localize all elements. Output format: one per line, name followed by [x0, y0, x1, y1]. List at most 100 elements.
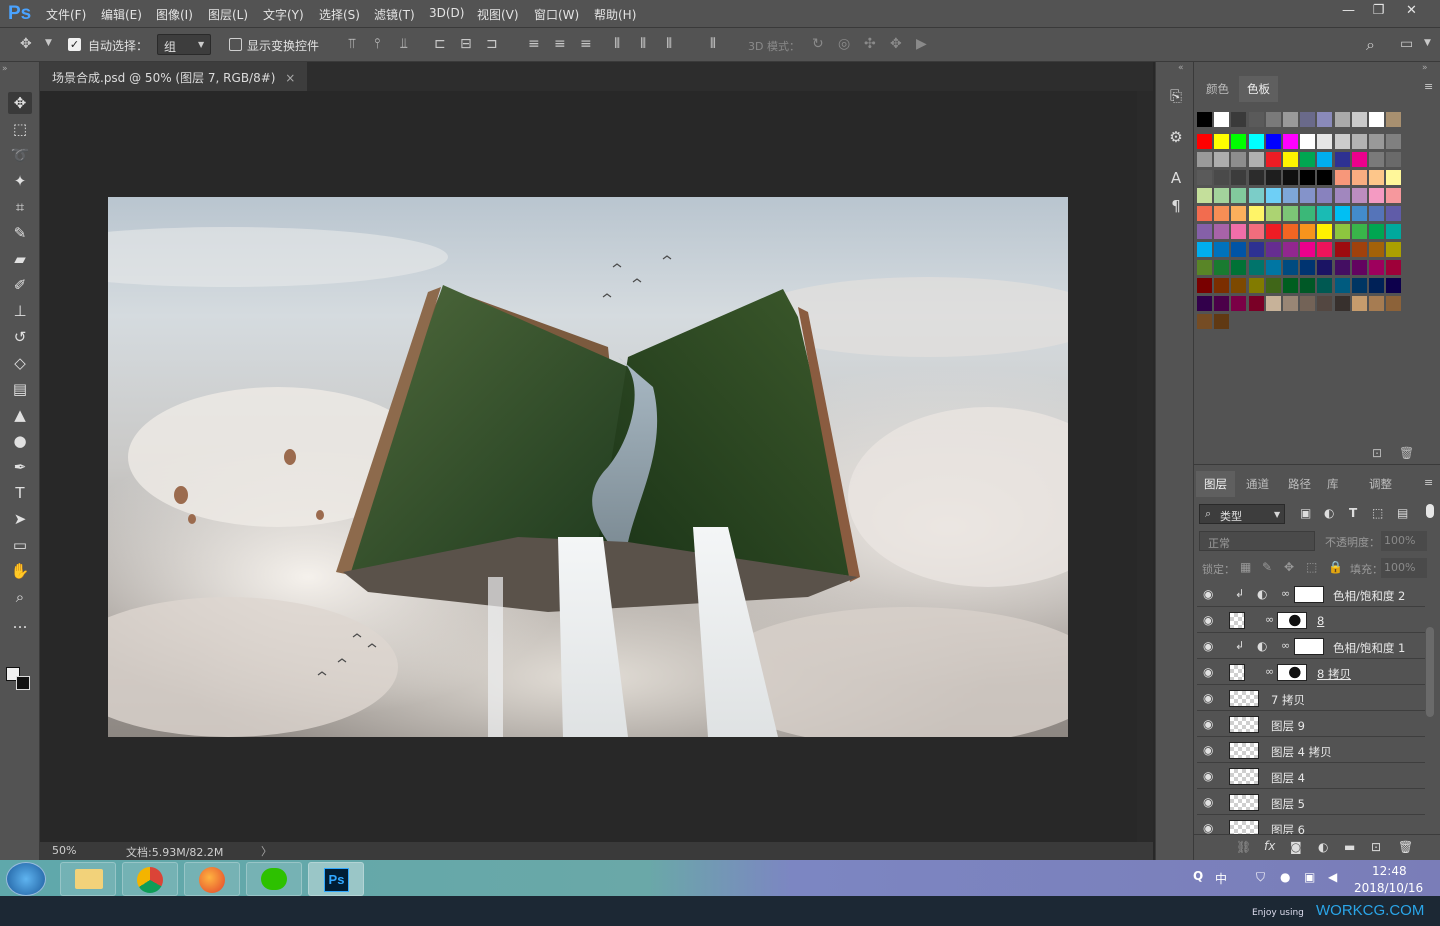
color-swatch[interactable]: [1351, 152, 1368, 168]
pen-icon[interactable]: ✒: [8, 456, 32, 478]
search-icon[interactable]: ⌕: [1366, 35, 1375, 55]
color-swatch[interactable]: [1197, 188, 1213, 204]
dodge-icon[interactable]: ●: [8, 430, 32, 452]
qq-icon[interactable]: Q: [1193, 869, 1203, 883]
add-mask-icon[interactable]: ◙: [1290, 840, 1302, 854]
layer-thumbnail[interactable]: [1229, 716, 1259, 733]
color-swatch[interactable]: [1334, 112, 1351, 128]
history-brush-icon[interactable]: ↺: [8, 326, 32, 348]
type-icon[interactable]: T: [8, 482, 32, 504]
trash-icon[interactable]: 🗑: [1399, 446, 1414, 460]
new-swatch-icon[interactable]: ⊡: [1372, 446, 1382, 460]
tab-libraries[interactable]: 库: [1319, 471, 1347, 497]
chain-link-icon[interactable]: ∞: [1265, 665, 1274, 678]
layer-row[interactable]: ◉ ∞ 8 拷贝: [1197, 660, 1425, 685]
status-menu-arrow-icon[interactable]: 〉: [261, 843, 272, 859]
clone-stamp-icon[interactable]: ⊥: [8, 300, 32, 322]
clock-time[interactable]: 12:48: [1372, 864, 1407, 878]
align-hcenter-icon[interactable]: ⊟: [460, 36, 472, 52]
chevron-down-icon[interactable]: ▼: [1424, 38, 1431, 48]
layer-name[interactable]: 7 拷贝: [1271, 692, 1305, 708]
lasso-icon[interactable]: ➰: [8, 144, 32, 166]
color-swatch[interactable]: [1369, 242, 1385, 258]
color-swatch[interactable]: [1231, 112, 1248, 128]
more-tools-icon[interactable]: …: [8, 612, 32, 634]
color-swatch[interactable]: [1334, 206, 1351, 222]
eyedropper-icon[interactable]: ✎: [8, 222, 32, 244]
tab-channels[interactable]: 通道: [1238, 471, 1277, 497]
lock-all-icon[interactable]: 🔒: [1328, 560, 1343, 574]
menu-help[interactable]: 帮助(H): [594, 6, 636, 23]
menu-image[interactable]: 图像(I): [156, 6, 193, 23]
color-swatch[interactable]: [1214, 152, 1231, 168]
lock-position-icon[interactable]: ✥: [1284, 560, 1294, 574]
color-swatch[interactable]: [1283, 278, 1299, 294]
filter-smart-object-icon[interactable]: ▤: [1397, 506, 1408, 520]
lock-transparent-icon[interactable]: ▦: [1240, 560, 1251, 574]
align-bottom-icon[interactable]: ⫫: [400, 36, 408, 52]
color-swatch[interactable]: [1334, 260, 1351, 276]
color-swatch[interactable]: [1300, 112, 1317, 128]
layer-row[interactable]: ◉ 7 拷贝: [1197, 686, 1425, 711]
color-swatch[interactable]: [1248, 188, 1265, 204]
align-top-icon[interactable]: ⫪: [348, 36, 356, 52]
fx-icon[interactable]: fx: [1264, 839, 1275, 853]
color-swatch[interactable]: [1351, 224, 1368, 240]
restore-button[interactable]: ❐: [1362, 0, 1395, 22]
color-swatch[interactable]: [1300, 206, 1317, 222]
color-swatch[interactable]: [1334, 152, 1351, 168]
filter-pixel-icon[interactable]: ▣: [1300, 506, 1311, 520]
taskbar-firefox[interactable]: [184, 862, 240, 896]
distribute-top-icon[interactable]: ≡: [528, 36, 540, 52]
color-swatch[interactable]: [1317, 278, 1334, 294]
color-swatch[interactable]: [1317, 242, 1334, 258]
lock-artboard-icon[interactable]: ⬚: [1306, 560, 1317, 574]
color-swatch[interactable]: [1197, 152, 1213, 168]
layer-mask-thumbnail[interactable]: [1294, 638, 1324, 655]
color-swatch[interactable]: [1265, 206, 1282, 222]
color-swatch[interactable]: [1265, 296, 1282, 312]
color-swatch[interactable]: [1351, 260, 1368, 276]
color-swatch[interactable]: [1386, 112, 1403, 128]
color-swatch[interactable]: [1369, 152, 1385, 168]
color-swatch[interactable]: [1369, 278, 1385, 294]
menu-window[interactable]: 窗口(W): [534, 6, 579, 23]
layer-name[interactable]: 8: [1317, 614, 1324, 628]
panel-menu-icon[interactable]: ≡: [1424, 80, 1433, 93]
color-swatch[interactable]: [1214, 224, 1231, 240]
color-swatch[interactable]: [1283, 260, 1299, 276]
document-tab[interactable]: 场景合成.psd @ 50% (图层 7, RGB/8#) ×: [40, 62, 308, 91]
color-swatch[interactable]: [1300, 260, 1317, 276]
color-swatch[interactable]: [1231, 152, 1248, 168]
align-right-icon[interactable]: ⊐: [486, 36, 498, 52]
color-swatch[interactable]: [1197, 112, 1213, 128]
color-swatch[interactable]: [1248, 170, 1265, 186]
color-swatch[interactable]: [1265, 112, 1282, 128]
eye-visibility-icon[interactable]: ◉: [1203, 717, 1219, 731]
collapse-icon[interactable]: »: [2, 64, 8, 74]
chain-link-icon[interactable]: ∞: [1265, 613, 1274, 626]
color-swatch[interactable]: [1231, 296, 1248, 312]
color-swatch[interactable]: [1248, 112, 1265, 128]
security-icon[interactable]: ⛉: [1256, 870, 1265, 885]
color-swatch[interactable]: [1197, 206, 1213, 222]
layer-row[interactable]: ◉ ∞ 8: [1197, 608, 1425, 633]
layer-row[interactable]: ◉ 图层 9: [1197, 712, 1425, 737]
color-swatch[interactable]: [1265, 278, 1282, 294]
filter-type-icon[interactable]: T: [1349, 506, 1357, 520]
eye-visibility-icon[interactable]: ◉: [1203, 665, 1219, 679]
color-swatch[interactable]: [1369, 112, 1385, 128]
chain-link-icon[interactable]: ∞: [1281, 639, 1290, 652]
color-swatch[interactable]: [1369, 188, 1385, 204]
color-swatch[interactable]: [1386, 188, 1403, 204]
clock-date[interactable]: 2018/10/16: [1354, 881, 1423, 895]
color-swatch[interactable]: [1283, 242, 1299, 258]
layer-name[interactable]: 图层 5: [1271, 796, 1305, 812]
menu-edit[interactable]: 编辑(E): [101, 6, 142, 23]
color-swatch[interactable]: [1197, 224, 1213, 240]
ime-indicator[interactable]: 中: [1215, 870, 1227, 887]
wechat-tray-icon[interactable]: ●: [1280, 870, 1290, 884]
color-swatch[interactable]: [1351, 170, 1368, 186]
menu-file[interactable]: 文件(F): [46, 6, 86, 23]
color-swatch[interactable]: [1197, 296, 1213, 312]
